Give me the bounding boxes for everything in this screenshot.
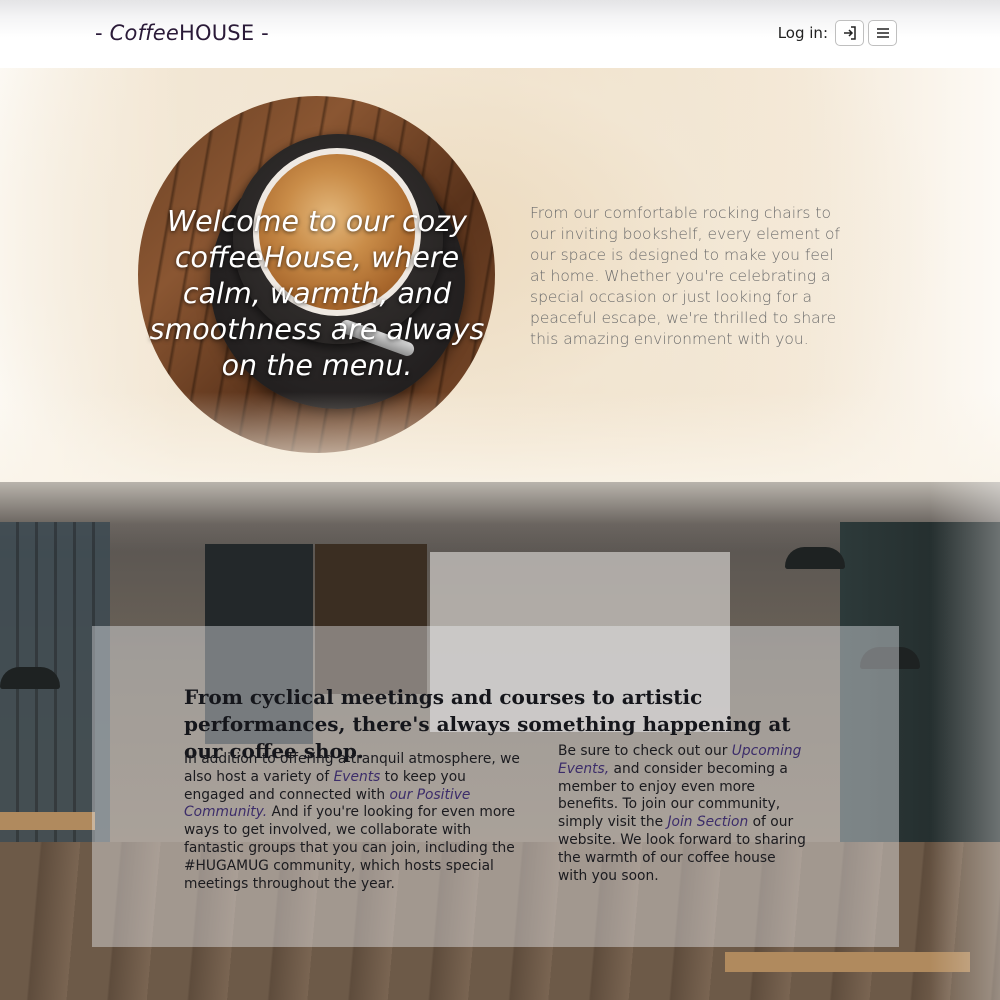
info-column-right: Be sure to check out our Upcoming Events… <box>558 743 808 885</box>
login-area: Log in: <box>778 20 897 46</box>
brand-prefix: - <box>95 21 110 45</box>
hero-description: From our comfortable rocking chairs to o… <box>530 204 840 348</box>
login-button[interactable] <box>835 20 864 46</box>
login-label: Log in: <box>777 24 828 42</box>
cafe-section: From cyclical meetings and courses to ar… <box>0 482 1000 1000</box>
join-section-link[interactable]: Join Section <box>667 814 748 830</box>
login-arrow-icon <box>843 26 856 40</box>
menu-button[interactable] <box>868 20 897 46</box>
info-column-left: In addition to offering a tranquil atmos… <box>184 751 529 893</box>
info-right-text-1: Be sure to check out our <box>558 743 732 759</box>
brand-coffee: Coffee <box>109 21 179 45</box>
pendant-lamp <box>0 667 60 689</box>
brand-house: HOUSE <box>179 21 255 45</box>
brand-logo[interactable]: - CoffeeHOUSE - <box>95 21 269 45</box>
site-header: - CoffeeHOUSE - Log in: <box>0 0 1000 68</box>
hamburger-menu-icon <box>876 28 889 38</box>
hero-quote: Welcome to our cozy coffeeHouse, where c… <box>149 205 485 382</box>
edge-fade-right <box>930 482 1000 1000</box>
pendant-lamp <box>785 547 845 569</box>
events-link[interactable]: Events <box>334 769 381 785</box>
cafe-table <box>0 812 95 830</box>
brand-suffix: - <box>254 21 269 45</box>
hero-fade <box>0 392 1000 482</box>
events-info-card: From cyclical meetings and courses to ar… <box>92 626 899 947</box>
